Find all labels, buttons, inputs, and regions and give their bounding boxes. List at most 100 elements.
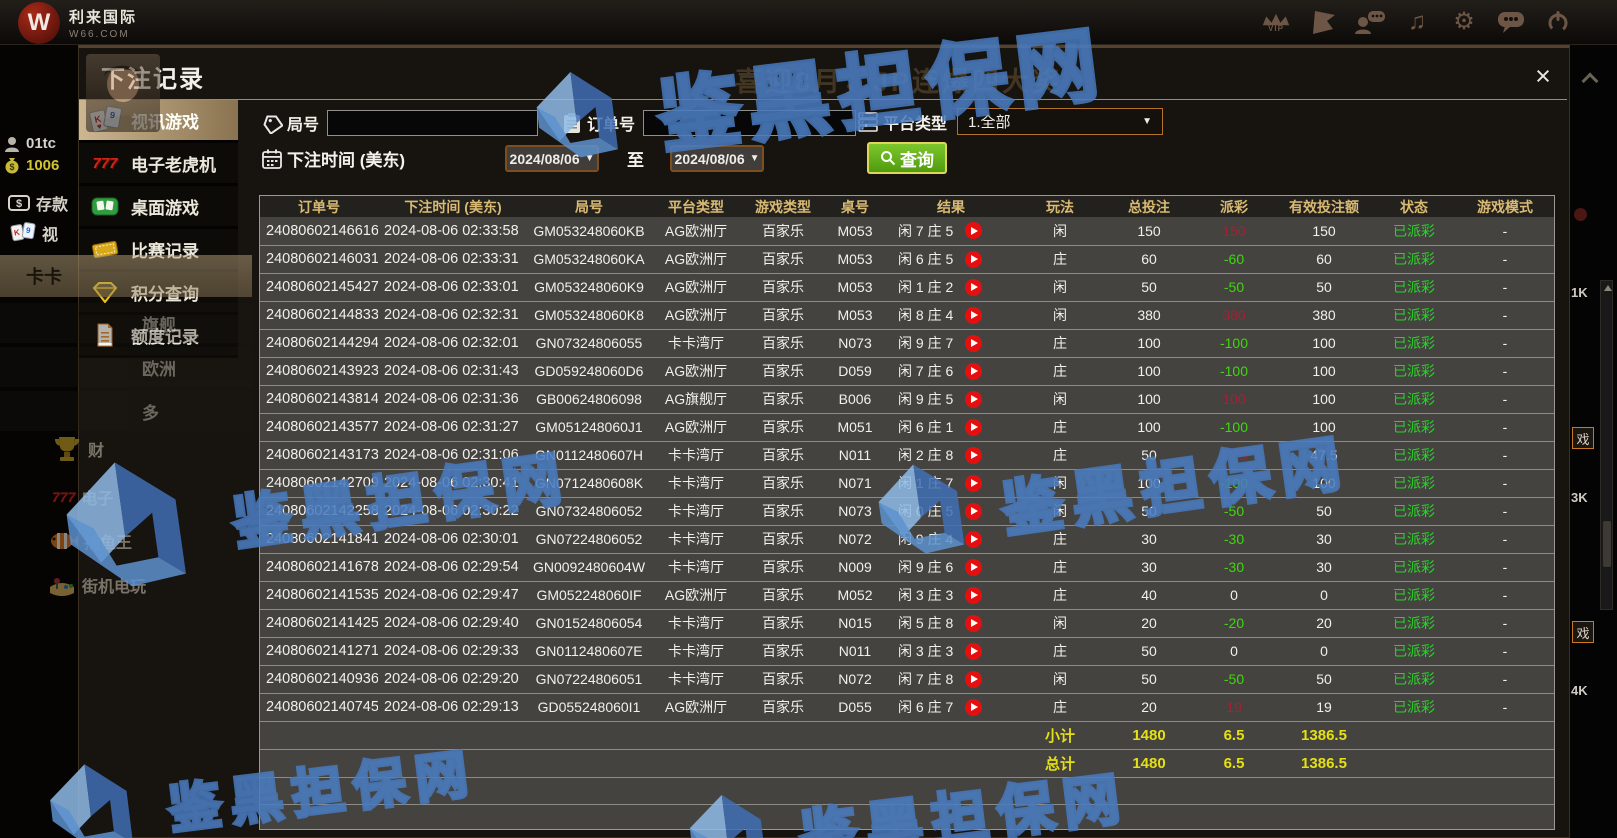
close-icon[interactable]: ×: [1527, 60, 1559, 92]
play-video-button[interactable]: [965, 335, 982, 352]
play-video-button[interactable]: [965, 447, 982, 464]
brand-logo[interactable]: W 利来国际 W66.COM: [18, 2, 137, 44]
play-video-button[interactable]: [965, 671, 982, 688]
table-cell: AG旗舰厅: [650, 385, 742, 413]
table-cell: 100: [1274, 469, 1374, 497]
bet-records-table: 订单号下注时间 (美东)局号平台类型游戏类型桌号结果玩法总投注派彩有效投注额状态…: [259, 195, 1555, 830]
table-cell: 庄: [1016, 525, 1104, 553]
table-cell: AG欧洲厅: [650, 217, 742, 245]
play-video-button[interactable]: [965, 391, 982, 408]
calendar-icon: [261, 148, 283, 170]
table-cell: 百家乐: [742, 497, 824, 525]
date-to-select[interactable]: 2024/08/06 ▼: [670, 145, 764, 172]
empty-row: [260, 804, 1555, 830]
user-row[interactable]: 01tc: [4, 135, 56, 152]
table-cell: 60: [1274, 245, 1374, 273]
sidebar-item-label: 电子老虎机: [131, 151, 216, 176]
table-cell: 2024-08-06 02:31:06: [378, 441, 528, 469]
play-video-button[interactable]: [965, 475, 982, 492]
table-cell: -: [1454, 609, 1555, 637]
video-nav-row[interactable]: K 9 视: [10, 221, 58, 245]
play-video-button[interactable]: [965, 279, 982, 296]
play-video-button[interactable]: [965, 251, 982, 268]
table-row: 2408060214483302024-08-06 02:32:31GM0532…: [260, 301, 1555, 329]
deposit-button[interactable]: $ 存款: [8, 191, 68, 215]
platform-select[interactable]: 1.全部 ▼: [957, 108, 1163, 135]
round-input[interactable]: [327, 110, 538, 136]
play-video-button[interactable]: [965, 587, 982, 604]
table-cell: N073: [824, 497, 886, 525]
chevron-up-icon[interactable]: [1582, 73, 1599, 90]
scrollbar[interactable]: [1600, 280, 1613, 610]
column-header: 游戏模式: [1454, 196, 1555, 217]
table-cell: -: [1454, 665, 1555, 693]
game-tile-fragment[interactable]: 戏: [1572, 621, 1594, 643]
sidebar-item-电子老虎机[interactable]: 777电子老虎机: [79, 143, 238, 186]
table-cell: 60: [1104, 245, 1194, 273]
table-cell: AG欧洲厅: [650, 581, 742, 609]
scroll-up-arrow[interactable]: [1604, 285, 1612, 291]
play-video-button[interactable]: [965, 531, 982, 548]
play-video-button[interactable]: [965, 503, 982, 520]
result-cell: 闲 6 庄 5: [886, 245, 1016, 273]
table-cell: -100: [1194, 469, 1274, 497]
play-video-button[interactable]: [965, 307, 982, 324]
table-cell: -: [1454, 245, 1555, 273]
play-video-button[interactable]: [965, 559, 982, 576]
table-cell: 庄: [1016, 693, 1104, 721]
table-cell: 0: [1194, 581, 1274, 609]
table-cell: 240806021422583: [260, 497, 378, 525]
table-cell: D055: [824, 693, 886, 721]
chat-bubble-icon[interactable]: [1496, 4, 1526, 40]
vip-icon[interactable]: VIP: [1261, 4, 1291, 40]
sidebar-item-视讯游戏[interactable]: K♥9视讯游戏: [79, 100, 238, 143]
scroll-thumb[interactable]: [1603, 521, 1611, 567]
table-cell: -: [1454, 525, 1555, 553]
game-tile-fragment[interactable]: 戏: [1572, 427, 1594, 449]
support-chat-icon[interactable]: [1355, 4, 1385, 40]
sidebar-item-积分查询[interactable]: 积分查询: [79, 272, 238, 315]
table-cell: 20: [1104, 693, 1194, 721]
balance-row[interactable]: $ 1006: [4, 157, 59, 174]
table-cell: 240806021409363: [260, 665, 378, 693]
svg-text:9: 9: [25, 226, 31, 236]
table-cell: 0: [1194, 637, 1274, 665]
result-text: 闲 1 庄 7: [898, 473, 953, 493]
table-cell: 1480: [1104, 721, 1194, 749]
table-cell: 240806021435776: [260, 413, 378, 441]
flag-icon[interactable]: [1308, 4, 1338, 40]
music-icon[interactable]: ♫: [1402, 4, 1432, 40]
svg-text:$: $: [16, 198, 22, 210]
sidebar-item-额度记录[interactable]: 额度记录: [79, 315, 238, 358]
column-header: 下注时间 (美东): [378, 196, 528, 217]
power-icon[interactable]: [1543, 4, 1573, 40]
sidebar-item-桌面游戏[interactable]: 桌面游戏: [79, 186, 238, 229]
table-cell: 240806021414257: [260, 609, 378, 637]
play-video-button[interactable]: [965, 222, 982, 239]
table-cell: B006: [824, 385, 886, 413]
table-cell: [378, 721, 528, 749]
play-video-button[interactable]: [965, 363, 982, 380]
sidebar-item-比赛记录[interactable]: 比赛记录: [79, 229, 238, 272]
table-cell: 100: [1274, 329, 1374, 357]
result-text: 闲 9 庄 4: [898, 529, 953, 549]
result-cell: 闲 9 庄 4: [886, 525, 1016, 553]
table-cell: 20: [1274, 609, 1374, 637]
result-text: 闲 7 庄 6: [898, 361, 953, 381]
play-video-button[interactable]: [965, 419, 982, 436]
table-cell: GM052248060IF: [528, 581, 650, 609]
table-cell: -100: [1194, 357, 1274, 385]
date-from-select[interactable]: 2024/08/06 ▼: [505, 145, 599, 172]
table-cell: 百家乐: [742, 637, 824, 665]
play-video-button[interactable]: [965, 699, 982, 716]
table-cell: GN07324806052: [528, 497, 650, 525]
settings-gear-icon[interactable]: ⚙: [1449, 4, 1479, 40]
table-cell: 已派彩: [1374, 413, 1454, 441]
search-button[interactable]: 查询: [867, 142, 947, 174]
result-text: 闲 8 庄 4: [898, 305, 953, 325]
play-video-button[interactable]: [965, 643, 982, 660]
play-video-button[interactable]: [965, 615, 982, 632]
column-header: 派彩: [1194, 196, 1274, 217]
order-input[interactable]: [643, 110, 856, 136]
table-cell: D059: [824, 357, 886, 385]
